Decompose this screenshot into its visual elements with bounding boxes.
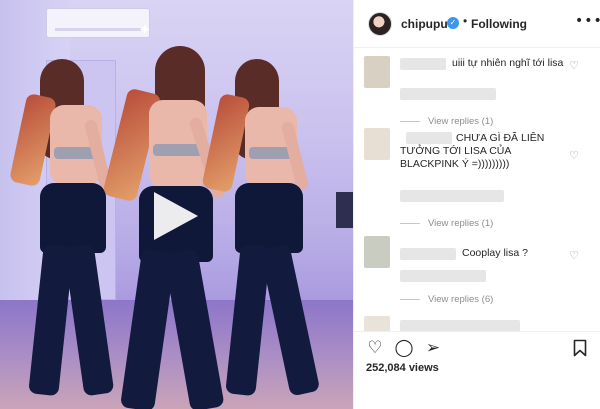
blurred-meta — [400, 270, 486, 282]
more-options-icon[interactable]: ••• — [575, 13, 600, 29]
view-replies-link[interactable]: View replies (1) — [400, 218, 493, 229]
air-conditioner-image — [46, 8, 150, 38]
comment-text: Cooplay lisa ? — [462, 247, 528, 259]
verified-badge-icon: ✓ — [447, 17, 459, 29]
comment-avatar[interactable] — [364, 236, 390, 268]
blurred-meta — [400, 190, 504, 202]
comment-like-icon[interactable]: ♡ — [568, 250, 580, 262]
post-actions-bar: ♡ ◯ ➢ — [354, 331, 600, 361]
view-replies-link[interactable]: View replies (1) — [400, 116, 493, 127]
separator-dot: • — [463, 14, 468, 28]
comment-text: uiii tự nhiên nghĩ tới lisa — [452, 57, 564, 69]
view-count[interactable]: 252,084 views — [366, 362, 439, 374]
blurred-username — [400, 320, 520, 331]
post-header: chipupu ✓ • Following ••• — [354, 0, 600, 48]
post-side-panel: chipupu ✓ • Following ••• uiii tự nhiên … — [353, 0, 600, 409]
comment-avatar[interactable] — [364, 56, 390, 88]
view-replies-link[interactable]: View replies (6) — [400, 294, 493, 305]
comment-avatar[interactable] — [364, 316, 390, 331]
comment-like-icon[interactable]: ♡ — [568, 60, 580, 72]
comment-bubble-icon[interactable]: ◯ — [394, 338, 414, 358]
comment-avatar[interactable] — [364, 128, 390, 160]
play-icon[interactable] — [154, 192, 198, 240]
avatar[interactable] — [368, 12, 392, 36]
dancer-figure-right — [201, 55, 325, 405]
video-player[interactable]: ✦ — [0, 0, 353, 409]
comment-text: CHƯA GÌ ĐÃ LIÊN TƯỞNG TỚI LISA CỦA BLACK… — [400, 132, 545, 170]
comments-list[interactable]: uiii tự nhiên nghĩ tới lisa ♡ View repli… — [354, 48, 600, 331]
cabinet-image — [336, 192, 353, 228]
username-link[interactable]: chipupu — [401, 17, 448, 31]
blurred-meta — [400, 88, 496, 100]
paper-plane-icon[interactable]: ➢ — [423, 338, 443, 358]
bookmark-icon[interactable] — [570, 338, 590, 358]
following-button[interactable]: Following — [471, 17, 527, 31]
sparkle-icon: ✦ — [138, 20, 152, 39]
comment-like-icon[interactable]: ♡ — [568, 150, 580, 162]
dancer-figure-left — [8, 55, 120, 405]
heart-outline-icon[interactable]: ♡ — [365, 338, 385, 358]
